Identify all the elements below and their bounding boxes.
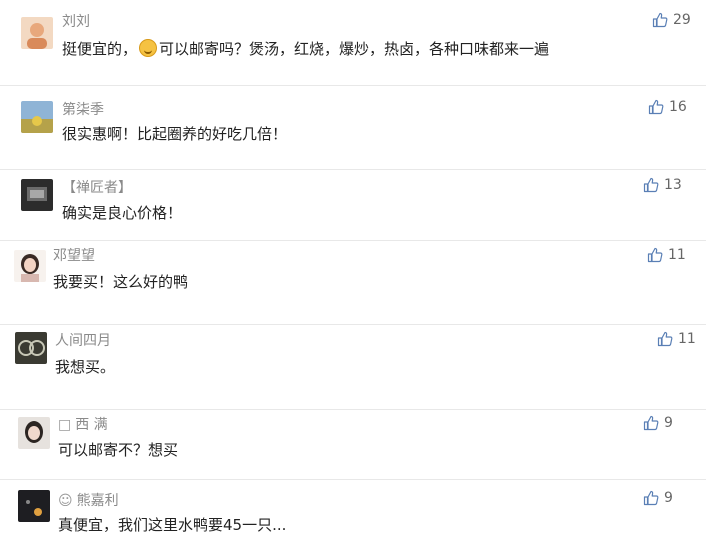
like-button[interactable]: 9 (643, 490, 673, 506)
comment-item: ☺ 熊嘉利 真便宜，我们这里水鸭要45一只... 9 (0, 479, 706, 544)
commenter-name[interactable]: 第柒季 (62, 99, 104, 119)
avatar[interactable] (21, 17, 53, 49)
avatar[interactable] (21, 101, 53, 133)
thumbs-up-icon (652, 12, 668, 28)
avatar[interactable] (21, 179, 53, 211)
commenter-name[interactable]: 刘刘 (62, 11, 90, 31)
thumbs-up-icon (657, 331, 673, 347)
like-count: 16 (669, 99, 687, 115)
comment-text: 我要买！这么好的鸭 (53, 273, 189, 291)
thumbs-up-icon (643, 490, 659, 506)
avatar[interactable] (14, 250, 46, 282)
like-count: 13 (664, 177, 682, 193)
comment-item: 【禅匠者】 确实是良心价格！ 13 (0, 169, 706, 241)
commenter-name[interactable]: □ 西 满 (58, 414, 108, 434)
comment-text: 确实是良心价格！ (62, 204, 183, 222)
comment-text: 很实惠啊！比起圈养的好吃几倍！ (62, 125, 288, 143)
like-button[interactable]: 11 (647, 247, 686, 263)
commenter-name[interactable]: ☺ 熊嘉利 (58, 490, 119, 510)
avatar[interactable] (18, 490, 50, 522)
thumbs-up-icon (647, 247, 663, 263)
grinning-emoji-icon (139, 39, 158, 57)
comment-text-part: 可以邮寄吗？煲汤，红烧，爆炒，热卤，各种口味都来一遍 (159, 40, 550, 58)
commenter-name-text: 西 满 (75, 417, 108, 433)
like-count: 9 (664, 415, 673, 431)
thumbs-up-icon (643, 415, 659, 431)
commenter-name[interactable]: 人间四月 (55, 330, 111, 350)
comment-item: □ 西 满 可以邮寄不？想买 9 (0, 409, 706, 480)
avatar[interactable] (15, 332, 47, 364)
thumbs-up-icon (643, 177, 659, 193)
like-button[interactable]: 29 (652, 12, 691, 28)
comment-item: 邓望望 我要买！这么好的鸭 11 (0, 240, 706, 325)
like-button[interactable]: 9 (643, 415, 673, 431)
like-button[interactable]: 16 (648, 99, 687, 115)
like-count: 11 (668, 247, 686, 263)
commenter-name[interactable]: 邓望望 (53, 245, 95, 265)
comment-text: 我想买。 (55, 358, 116, 376)
name-prefix-icon: ☺ (58, 493, 73, 509)
comment-item: 第柒季 很实惠啊！比起圈养的好吃几倍！ 16 (0, 85, 706, 170)
comment-text: 挺便宜的， 可以邮寄吗？煲汤，红烧，爆炒，热卤，各种口味都来一遍 (62, 38, 549, 59)
name-prefix-icon: □ (58, 417, 72, 433)
comment-item: 人间四月 我想买。 11 (0, 324, 706, 410)
like-button[interactable]: 11 (657, 331, 696, 347)
like-count: 11 (678, 331, 696, 347)
comment-text: 可以邮寄不？想买 (58, 441, 179, 459)
commenter-name[interactable]: 【禅匠者】 (62, 177, 132, 197)
like-count: 29 (673, 12, 691, 28)
avatar[interactable] (18, 417, 50, 449)
like-count: 9 (664, 490, 673, 506)
comment-text-part: 挺便宜的， (62, 40, 138, 58)
thumbs-up-icon (648, 99, 664, 115)
commenter-name-text: 熊嘉利 (76, 493, 119, 509)
comment-text: 真便宜，我们这里水鸭要45一只... (58, 516, 287, 534)
comment-item: 刘刘 挺便宜的， 可以邮寄吗？煲汤，红烧，爆炒，热卤，各种口味都来一遍 29 (0, 0, 706, 86)
like-button[interactable]: 13 (643, 177, 682, 193)
